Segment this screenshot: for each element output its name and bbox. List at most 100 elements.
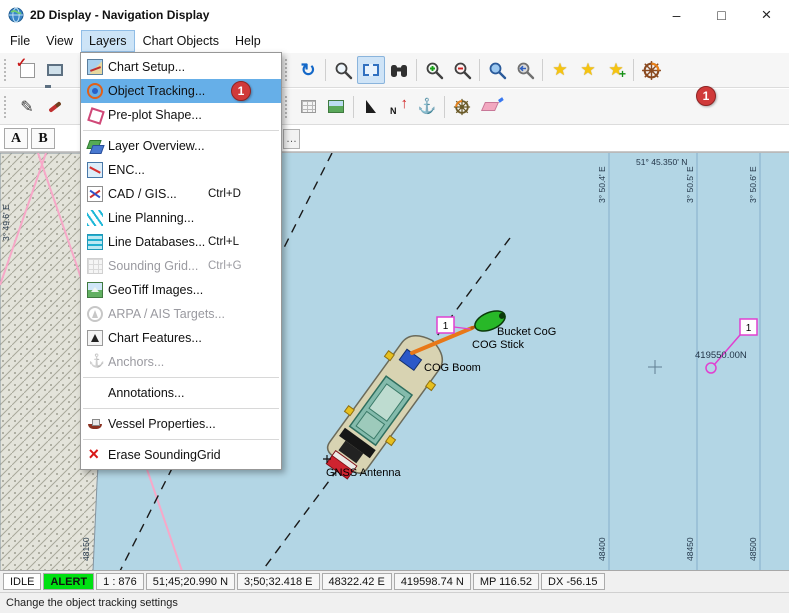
display-setup-button[interactable] (13, 56, 41, 84)
clear-track-button[interactable] (476, 93, 504, 121)
toolbar-grip[interactable] (4, 59, 9, 81)
toolbar-grip[interactable] (285, 96, 290, 118)
grid-icon (301, 100, 316, 113)
status-hint-text: Change the object tracking settings (6, 597, 178, 609)
view-b-button[interactable]: B (31, 128, 55, 149)
enc-icon (87, 162, 103, 178)
toolbar-overflow-button[interactable]: … (283, 129, 300, 149)
brush-icon (48, 101, 61, 113)
toolbar-separator (633, 59, 634, 81)
menu-item-label: CAD / GIS... (108, 187, 177, 201)
menu-item-object-tracking[interactable]: Object Tracking... 1 (81, 79, 281, 103)
menu-item-label: ARPA / AIS Targets... (108, 307, 225, 321)
app-icon (8, 7, 24, 23)
status-latitude: 51;45;20.990 N (146, 573, 235, 590)
status-scale: 1 : 876 (96, 573, 144, 590)
longitude-label-c: 3° 50.6' E (748, 166, 758, 203)
menu-item-line-planning[interactable]: Line Planning... (81, 206, 281, 230)
status-dx: DX -56.15 (541, 573, 605, 590)
close-button[interactable]: × (744, 0, 789, 30)
helmsman-display-button[interactable] (637, 56, 665, 84)
draw-button[interactable] (41, 93, 69, 121)
menu-item-layer-overview[interactable]: Layer Overview... (81, 134, 281, 158)
menu-item-cad-gis[interactable]: CAD / GIS... Ctrl+D (81, 182, 281, 206)
display-window-button[interactable] (41, 56, 69, 84)
menu-item-chart-features[interactable]: Chart Features... (81, 326, 281, 350)
menu-item-line-databases[interactable]: Line Databases... Ctrl+L (81, 230, 281, 254)
menu-item-anchors: Anchors... (81, 350, 281, 374)
minimize-button[interactable]: – (654, 0, 699, 30)
find-button[interactable] (385, 56, 413, 84)
menu-item-label: Chart Features... (108, 331, 202, 345)
status-recording: IDLE (3, 573, 41, 590)
menu-item-preplot-shape[interactable]: Pre-plot Shape... (81, 103, 281, 127)
menu-file[interactable]: File (2, 30, 38, 52)
zoom-area-button[interactable] (329, 56, 357, 84)
menu-item-sounding-grid: Sounding Grid... Ctrl+G (81, 254, 281, 278)
zoom-window-icon (488, 61, 507, 80)
menu-item-geotiff-images[interactable]: GeoTiff Images... (81, 278, 281, 302)
steering-button[interactable] (448, 93, 476, 121)
favorite-view-1-button[interactable] (546, 56, 574, 84)
annotate-button[interactable] (13, 93, 41, 121)
menu-item-erase-soundinggrid[interactable]: Erase SoundingGrid (81, 443, 281, 467)
waypoint-northing-label: 419550.00N (695, 350, 747, 361)
north-orientation-button[interactable] (385, 93, 413, 121)
menu-item-label: Sounding Grid... (108, 259, 198, 273)
menu-help[interactable]: Help (227, 30, 269, 52)
current-flag-button[interactable] (357, 93, 385, 121)
menu-item-label: Pre-plot Shape... (108, 108, 202, 122)
anchor-watch-button[interactable] (413, 93, 441, 121)
menu-item-chart-setup[interactable]: Chart Setup... (81, 55, 281, 79)
vessel-properties-icon (87, 416, 103, 432)
easting-label-c: 48500 (748, 537, 758, 561)
zoom-window-button[interactable] (483, 56, 511, 84)
title-bar: 2D Display - Navigation Display – □ × (0, 0, 789, 30)
add-favorite-star-icon (606, 60, 626, 80)
toolbar-separator (542, 59, 543, 81)
cad-gis-icon (87, 186, 103, 202)
menu-separator (83, 439, 279, 440)
layer-overview-icon (87, 138, 103, 154)
sounding-grid-button[interactable] (294, 93, 322, 121)
menu-chart-objects[interactable]: Chart Objects (135, 30, 227, 52)
menu-item-label: GeoTiff Images... (108, 283, 203, 297)
checklist-icon (20, 63, 35, 78)
menu-separator (83, 130, 279, 131)
anchor-icon (418, 97, 437, 116)
menu-item-label: Chart Setup... (108, 60, 185, 74)
view-a-button[interactable]: A (4, 128, 28, 149)
chart-setup-icon (87, 59, 103, 75)
terrain-model-button[interactable] (322, 93, 350, 121)
previous-view-button[interactable] (511, 56, 539, 84)
monitor-icon (47, 64, 63, 76)
toolbar-separator (325, 59, 326, 81)
layers-dropdown-menu: Chart Setup... Object Tracking... 1 Pre-… (80, 52, 282, 470)
menu-item-label: Object Tracking... (108, 84, 205, 98)
north-arrow-icon (390, 98, 408, 116)
zoom-out-button[interactable] (448, 56, 476, 84)
window-title: 2D Display - Navigation Display (30, 8, 654, 22)
add-favorite-view-button[interactable] (602, 56, 630, 84)
menu-item-label: Layer Overview... (108, 139, 205, 153)
refresh-button[interactable] (294, 56, 322, 84)
toolbar-grip[interactable] (4, 96, 9, 118)
menu-item-annotations[interactable]: Annotations... (81, 381, 281, 405)
preplot-shape-icon (87, 107, 103, 123)
menu-view[interactable]: View (38, 30, 81, 52)
select-area-icon (363, 64, 379, 76)
maximize-button[interactable]: □ (699, 0, 744, 30)
toolbar-grip[interactable] (285, 59, 290, 81)
favorite-view-2-button[interactable] (574, 56, 602, 84)
menu-item-label: Line Databases... (108, 235, 205, 249)
zoom-in-button[interactable] (420, 56, 448, 84)
previous-view-icon (516, 61, 535, 80)
menu-item-vessel-properties[interactable]: Vessel Properties... (81, 412, 281, 436)
gnss-antenna-label: GNSS Antenna (326, 467, 401, 479)
zoom-out-icon (453, 61, 472, 80)
easting-label-b: 48450 (685, 537, 695, 561)
menu-layers[interactable]: Layers (81, 30, 135, 52)
toolbar-separator (353, 96, 354, 118)
select-area-button[interactable] (357, 56, 385, 84)
menu-item-enc[interactable]: ENC... (81, 158, 281, 182)
